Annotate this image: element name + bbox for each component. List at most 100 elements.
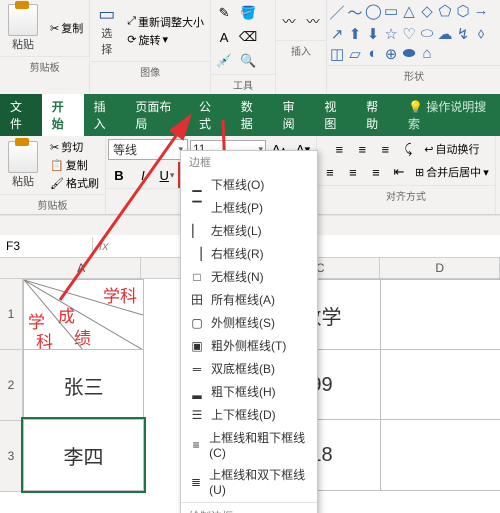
tab-tell-me[interactable]: 💡 操作说明搜索: [398, 94, 500, 136]
text-tool-icon[interactable]: A: [213, 26, 235, 48]
border-option-icon: 田: [189, 292, 205, 308]
indent-dec-icon[interactable]: ⇤: [388, 161, 410, 183]
tab-help[interactable]: 帮助: [356, 94, 398, 136]
row-header-3[interactable]: 3: [0, 421, 23, 492]
picker-tool-icon[interactable]: 💉: [213, 50, 235, 72]
border-option-label: 粗外侧框线(T): [211, 337, 286, 354]
align-right-icon[interactable]: ≡: [365, 161, 387, 183]
shapes-group-label: 形状: [327, 65, 500, 85]
rotate-button[interactable]: ⟳ 旋转 ▾: [123, 31, 208, 49]
border-option-icon: ▔: [189, 200, 205, 216]
border-option[interactable]: ☰ 上下框线(D): [181, 403, 317, 426]
tab-layout[interactable]: 页面布局: [125, 94, 189, 136]
border-option-icon: ═: [189, 361, 205, 377]
a1-text-cheng: 成: [58, 302, 75, 327]
border-option-label: 上框线(P): [211, 199, 263, 216]
resize-button[interactable]: ⤢ 重新调整大小: [123, 13, 208, 31]
underline-button[interactable]: U▾: [156, 164, 178, 186]
border-option[interactable]: ▂粗下框线(H): [181, 380, 317, 403]
col-header-A[interactable]: A: [22, 258, 142, 278]
tab-data[interactable]: 数据: [231, 94, 273, 136]
tab-home[interactable]: 开始: [42, 94, 84, 136]
border-option-icon: ▁: [189, 177, 205, 193]
name-box[interactable]: [0, 237, 93, 255]
paste-button-top[interactable]: 粘贴: [2, 2, 44, 54]
copy-button[interactable]: 📋 复制: [46, 156, 103, 174]
border-option-icon: ☰: [189, 407, 205, 423]
border-option[interactable]: ≣ 上框线和双下框线(U): [181, 463, 317, 500]
border-option-label: 无框线(N): [211, 268, 264, 285]
align-left-icon[interactable]: ≡: [319, 161, 341, 183]
merge-center-button[interactable]: ⊞ 合并后居中 ▾: [411, 161, 493, 183]
a1-text-subject: 学科: [103, 282, 137, 307]
tab-formulas[interactable]: 公式: [189, 94, 231, 136]
border-option-icon: ▢: [189, 315, 205, 331]
fx-icon[interactable]: fx: [93, 239, 114, 253]
row-header-1[interactable]: 1: [0, 279, 23, 350]
cell-A1[interactable]: 学科 成 绩 学 科: [23, 279, 144, 351]
copy-button-top[interactable]: ✂ 复制: [46, 19, 87, 37]
align-center-icon[interactable]: ≡: [342, 161, 364, 183]
select-button[interactable]: ▭选 择: [92, 2, 121, 59]
border-option-icon: ▏: [189, 223, 205, 239]
row-header-2[interactable]: 2: [0, 350, 23, 421]
format-painter-button[interactable]: 🖌 格式刷: [46, 174, 103, 192]
font-name-select[interactable]: 等线▾: [108, 139, 188, 160]
italic-button[interactable]: I: [132, 164, 154, 186]
align-middle-icon[interactable]: ≡: [351, 138, 373, 160]
border-option[interactable]: ═双底框线(B): [181, 357, 317, 380]
border-option-label: 上框线和粗下框线(C): [209, 429, 309, 460]
dropdown-section-draw: 绘制边框: [181, 505, 317, 513]
align-bottom-icon[interactable]: ≡: [374, 138, 396, 160]
border-option-label: 上下框线(D): [211, 406, 276, 423]
border-option-icon: ▣: [189, 338, 205, 354]
wrap-text-button[interactable]: ↩ 自动换行: [420, 138, 483, 160]
image-group-label: 图像: [90, 61, 210, 81]
border-option[interactable]: ▁ 下框线(O): [181, 173, 317, 196]
align-label: 对齐方式: [317, 185, 495, 205]
cut-button[interactable]: ✂ 剪切: [46, 138, 103, 156]
border-option-label: 外侧框线(S): [211, 314, 275, 331]
tab-review[interactable]: 审阅: [273, 94, 315, 136]
border-option[interactable]: 田所有框线(A): [181, 288, 317, 311]
border-option[interactable]: □无框线(N): [181, 265, 317, 288]
cell-A3[interactable]: 李四: [23, 419, 144, 491]
border-option[interactable]: ▔ 上框线(P): [181, 196, 317, 219]
tab-insert[interactable]: 插入: [84, 94, 126, 136]
brush1-icon[interactable]: 〰: [278, 9, 300, 31]
border-option[interactable]: ▣ 粗外侧框线(T): [181, 334, 317, 357]
eraser-tool-icon[interactable]: ⌫: [237, 26, 259, 48]
borders-dropdown: 边框 ▁下框线(O)▔上框线(P)▏左框线(L)▕右框线(R)□无框线(N)田所…: [180, 150, 318, 513]
border-option[interactable]: ▏左框线(L): [181, 219, 317, 242]
border-option-label: 右框线(R): [211, 245, 264, 262]
align-top-icon[interactable]: ≡: [328, 138, 350, 160]
brush2-icon[interactable]: 〰: [302, 9, 324, 31]
border-option-icon: ≣: [189, 474, 203, 490]
top-ribbon: 粘贴 ✂ 复制 剪贴板 ▭选 择 ⤢ 重新调整大小 ⟳ 旋转 ▾ 图像 ✎ 🪣 …: [0, 0, 500, 94]
tab-view[interactable]: 视图: [314, 94, 356, 136]
border-option-label: 下框线(O): [211, 176, 264, 193]
border-option[interactable]: ▕ 右框线(R): [181, 242, 317, 265]
tools-group-label: 工具: [211, 74, 275, 94]
bold-button[interactable]: B: [108, 164, 130, 186]
paste-button[interactable]: 粘贴: [2, 139, 44, 191]
ribbon-tabs: 文件 开始 插入 页面布局 公式 数据 审阅 视图 帮助 💡 操作说明搜索: [0, 94, 500, 136]
cell-D1[interactable]: [380, 279, 500, 351]
bucket-tool-icon[interactable]: 🪣: [237, 2, 259, 24]
border-option[interactable]: ≡上框线和粗下框线(C): [181, 426, 317, 463]
border-option-icon: ▕: [189, 246, 205, 262]
cell-D2[interactable]: [380, 349, 500, 421]
pencil-tool-icon[interactable]: ✎: [213, 2, 235, 24]
border-option[interactable]: ▢ 外侧框线(S): [181, 311, 317, 334]
col-header-D[interactable]: D: [380, 258, 500, 278]
border-option-label: 粗下框线(H): [211, 383, 276, 400]
zoom-tool-icon[interactable]: 🔍: [237, 50, 259, 72]
cell-A2[interactable]: 张三: [23, 349, 144, 421]
orientation-icon[interactable]: ⤹: [397, 138, 419, 160]
shapes-gallery[interactable]: ／〜◯▭△◇⬠⬡ →↗⬆⬇☆♡⬭☁ ↯⬨◫▱◐⊕⬬⌂: [329, 2, 499, 63]
border-option-label: 上框线和双下框线(U): [209, 466, 309, 497]
insert-group-label: 插入: [276, 40, 326, 60]
tab-file[interactable]: 文件: [0, 94, 42, 136]
clipboard-group-label: 剪贴板: [0, 56, 89, 76]
cell-D3[interactable]: [380, 419, 500, 491]
